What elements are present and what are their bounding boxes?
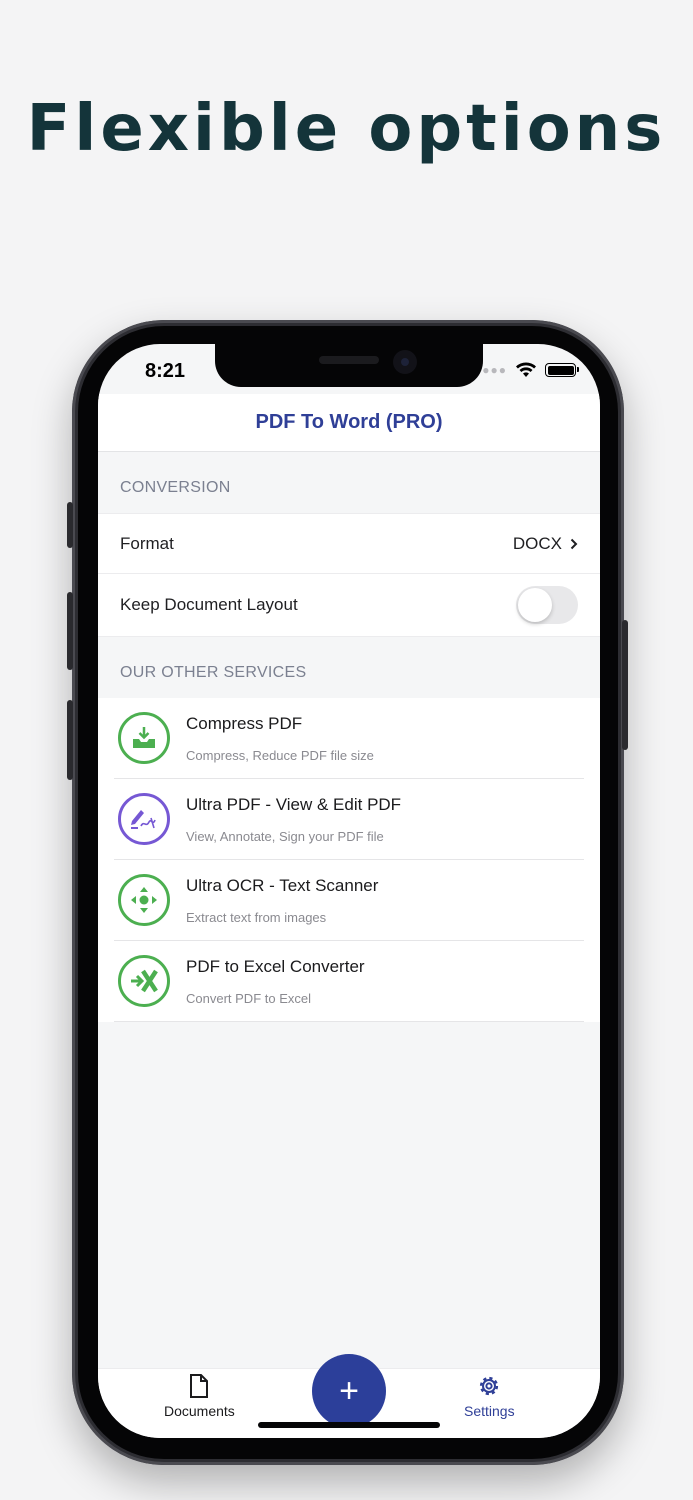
service-subtitle: Compress, Reduce PDF file size — [186, 747, 374, 763]
nav-bar: PDF To Word (PRO) — [98, 394, 600, 452]
services-list: Compress PDF Compress, Reduce PDF file s… — [98, 698, 600, 1022]
notch — [215, 344, 483, 387]
excel-icon — [118, 955, 170, 1007]
service-item-pdf-to-excel[interactable]: PDF to Excel Converter Convert PDF to Ex… — [114, 941, 584, 1022]
wifi-icon — [516, 362, 536, 377]
scan-arrows-icon — [118, 874, 170, 926]
add-button[interactable]: + — [312, 1354, 386, 1428]
tab-settings[interactable]: Settings — [464, 1373, 515, 1419]
section-header-services: OUR OTHER SERVICES — [120, 664, 307, 681]
keep-layout-row: Keep Document Layout — [98, 574, 600, 637]
promo-headline: Flexible options — [26, 92, 667, 166]
format-value: DOCX — [512, 533, 562, 553]
status-icons: ●●●● — [474, 362, 579, 378]
service-subtitle: View, Annotate, Sign your PDF file — [186, 828, 384, 844]
service-title: Compress PDF — [186, 713, 303, 733]
phone-screen: 8:21 ●●●● PDF To Word (PRO) CONVERSION F… — [98, 344, 600, 1438]
keep-layout-label: Keep Document Layout — [120, 595, 298, 614]
service-item-ultra-pdf[interactable]: Ultra PDF - View & Edit PDF View, Annota… — [114, 779, 584, 860]
service-title: Ultra PDF - View & Edit PDF — [186, 794, 402, 814]
service-subtitle: Extract text from images — [186, 909, 327, 925]
power-button — [622, 620, 628, 750]
service-item-ultra-ocr[interactable]: Ultra OCR - Text Scanner Extract text fr… — [114, 860, 584, 941]
toggle-knob — [518, 588, 552, 622]
volume-up-button — [67, 592, 73, 670]
gear-icon — [480, 1376, 499, 1396]
format-row[interactable]: Format DOCX — [98, 513, 600, 574]
compress-icon — [118, 712, 170, 764]
nav-title: PDF To Word (PRO) — [255, 411, 443, 433]
status-time: 8:21 — [145, 360, 186, 382]
document-icon — [190, 1374, 209, 1398]
sign-pen-icon — [118, 793, 170, 845]
tab-settings-label: Settings — [464, 1403, 515, 1419]
mute-switch — [67, 502, 73, 548]
tab-documents-label: Documents — [164, 1403, 235, 1419]
format-label: Format — [120, 533, 174, 553]
home-indicator — [258, 1422, 440, 1428]
chevron-right-icon — [570, 538, 578, 549]
service-item-compress-pdf[interactable]: Compress PDF Compress, Reduce PDF file s… — [114, 698, 584, 779]
battery-icon — [545, 363, 579, 377]
service-title: PDF to Excel Converter — [186, 956, 365, 976]
tab-documents[interactable]: Documents — [164, 1373, 235, 1419]
section-header-conversion: CONVERSION — [120, 479, 231, 496]
volume-down-button — [67, 700, 73, 780]
service-subtitle: Convert PDF to Excel — [186, 990, 311, 1006]
service-title: Ultra OCR - Text Scanner — [186, 875, 379, 895]
keep-layout-toggle[interactable] — [516, 586, 578, 624]
